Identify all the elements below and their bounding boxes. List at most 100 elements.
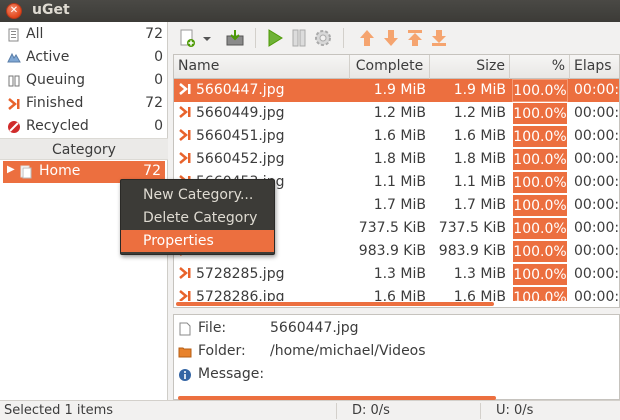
sidebar-item-active[interactable]: Active 0 (0, 47, 168, 69)
cell-size: 1.6 MiB (453, 128, 506, 144)
upload-speed: U: 0/s (496, 403, 534, 418)
toolbar-separator (343, 28, 344, 48)
all-icon (8, 28, 19, 42)
sidebar-item-recycled[interactable]: Recycled 0 (0, 116, 168, 138)
finished-icon (179, 129, 191, 141)
status-separator (336, 403, 337, 419)
cell-name-text: 5660449.jpg (196, 105, 285, 121)
cell-size: 1.2 MiB (453, 105, 506, 121)
selection-status: Selected 1 items (4, 403, 114, 418)
cell-size: 1.7 MiB (453, 197, 506, 213)
properties-icon[interactable] (313, 28, 333, 48)
cell-percent: 100.0% (512, 217, 568, 240)
column-header-size[interactable]: Size (430, 55, 510, 79)
file-value: 5660447.jpg (270, 320, 359, 336)
cell-elapsed: 00:00:0 (574, 220, 620, 236)
column-header-name[interactable]: Name (174, 55, 350, 79)
sidebar-item-finished[interactable]: Finished 72 (0, 93, 168, 115)
cell-name-text: 5660451.jpg (196, 128, 285, 144)
toolbar (169, 22, 620, 54)
table-row[interactable]: 5660451.jpg 1.6 MiB 1.6 MiB 100.0% 00:00:0 (174, 125, 619, 148)
category-context-menu: New Category... Delete Category Properti… (120, 179, 275, 255)
table-row[interactable]: 5660447.jpg 1.9 MiB 1.9 MiB 100.0% 00:00:0 (174, 79, 620, 102)
table-row[interactable]: 5660449.jpg 1.2 MiB 1.2 MiB 100.0% 00:00:0 (174, 102, 619, 125)
new-download-icon[interactable] (177, 28, 197, 48)
cell-elapsed: 00:00:0 (574, 151, 620, 167)
cell-complete: 1.7 MiB (373, 197, 426, 213)
column-header-elapsed[interactable]: Elaps (570, 55, 619, 79)
cell-elapsed: 00:00:0 (574, 174, 620, 190)
scrollbar-thumb[interactable] (176, 302, 494, 306)
cell-elapsed: 00:00:0 (574, 82, 620, 98)
cell-complete: 1.9 MiB (373, 82, 426, 98)
horizontal-scrollbar[interactable] (174, 301, 619, 307)
table-row[interactable]: 5660452.jpg 1.8 MiB 1.8 MiB 100.0% 00:00:0 (174, 148, 620, 171)
cell-name-text: 5728285.jpg (196, 266, 285, 282)
cell-percent: 100.0% (512, 102, 568, 125)
cell-size: 1.8 MiB (453, 151, 506, 167)
move-down-icon[interactable] (381, 28, 401, 48)
cell-percent: 100.0% (512, 240, 568, 263)
cell-complete: 983.9 KiB (358, 243, 426, 259)
sidebar-item-count: 0 (154, 118, 163, 134)
cell-complete: 1.1 MiB (373, 174, 426, 190)
folder-label: Folder: (198, 343, 246, 359)
cell-elapsed: 00:00:0 (574, 243, 620, 259)
finished-icon (179, 106, 191, 118)
move-top-icon[interactable] (405, 28, 425, 48)
cell-percent: 100.0% (512, 194, 568, 217)
pause-icon[interactable] (289, 28, 309, 48)
sidebar-item-queuing[interactable]: Queuing 0 (0, 70, 168, 92)
cell-name: 5660452.jpg (174, 148, 350, 171)
cell-size: 1.3 MiB (453, 266, 506, 282)
window-title: uGet (32, 2, 70, 18)
sidebar-item-label: Finished (26, 95, 84, 111)
table-row[interactable]: 5728285.jpg 1.3 MiB 1.3 MiB 100.0% 00:00:0 (174, 263, 620, 286)
sidebar-item-count: 0 (154, 72, 163, 88)
home-category-icon (20, 165, 32, 179)
cell-percent: 100.0% (512, 125, 568, 148)
cell-name: 5660451.jpg (174, 125, 350, 148)
cell-name-text: 5660447.jpg (196, 82, 285, 98)
start-icon[interactable] (265, 28, 285, 48)
cell-size: 1.9 MiB (453, 82, 506, 98)
cell-name: 5728285.jpg (174, 263, 350, 286)
finished-icon (179, 267, 191, 279)
details-panel: File: 5660447.jpg Folder: /home/michael/… (173, 314, 620, 400)
cell-size: 1.1 MiB (453, 174, 506, 190)
cell-complete: 737.5 KiB (358, 220, 426, 236)
sidebar-item-label: All (26, 26, 44, 42)
cell-elapsed: 00:00:0 (574, 266, 620, 282)
sidebar-item-count: 72 (145, 26, 163, 42)
menu-item-new-category[interactable]: New Category... (121, 184, 274, 206)
move-up-icon[interactable] (357, 28, 377, 48)
cell-complete: 1.6 MiB (373, 128, 426, 144)
close-icon[interactable]: ✕ (6, 3, 22, 19)
table-header: Name Complete Size % Elaps (174, 55, 619, 79)
move-bottom-icon[interactable] (429, 28, 449, 48)
cell-complete: 1.3 MiB (373, 266, 426, 282)
sidebar-item-label: Recycled (26, 118, 89, 134)
cell-elapsed: 00:00:0 (574, 197, 620, 213)
sidebar-item-label: Active (26, 49, 70, 65)
sidebar-item-all[interactable]: All 72 (0, 24, 168, 46)
status-bar: Selected 1 items D: 0/s U: 0/s (0, 400, 620, 420)
info-icon (179, 369, 191, 381)
download-speed: D: 0/s (352, 403, 390, 418)
cell-percent: 100.0% (512, 148, 568, 171)
menu-item-properties[interactable]: Properties (121, 230, 274, 252)
column-header-percent[interactable]: % (510, 55, 570, 79)
cell-percent: 100.0% (512, 171, 568, 194)
finished-icon (8, 98, 20, 110)
dropdown-arrow-icon[interactable] (201, 28, 213, 48)
column-header-complete[interactable]: Complete (350, 55, 430, 79)
cell-complete: 1.8 MiB (373, 151, 426, 167)
cell-name-text: 5660452.jpg (196, 151, 285, 167)
cell-name: 5660447.jpg (174, 79, 350, 102)
menu-item-delete-category[interactable]: Delete Category (121, 207, 274, 229)
sidebar-item-count: 0 (154, 49, 163, 65)
finished-icon (179, 152, 191, 164)
save-icon[interactable] (225, 28, 245, 48)
folder-value: /home/michael/Videos (270, 343, 426, 359)
expander-arrow-icon[interactable]: ▶ (7, 164, 15, 175)
